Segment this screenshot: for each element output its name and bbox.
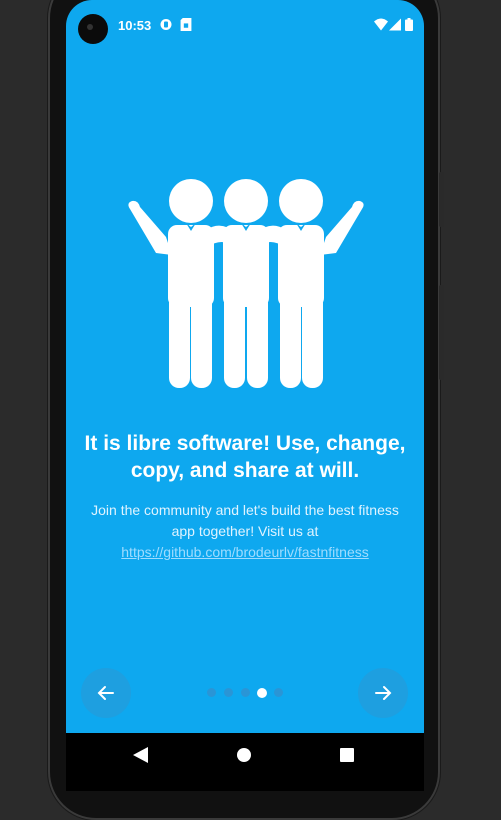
description-text: Join the community and let's build the b… <box>91 502 399 539</box>
square-recents-icon[interactable] <box>340 748 354 762</box>
arrow-left-icon <box>97 686 114 700</box>
status-bar: 10:53 <box>66 0 424 50</box>
status-time: 10:53 <box>118 18 152 33</box>
previous-button[interactable] <box>81 668 131 718</box>
wifi-icon <box>374 18 388 31</box>
page-dot-active[interactable] <box>257 687 267 698</box>
sim-card-icon <box>180 18 192 31</box>
page-dot[interactable] <box>207 688 216 697</box>
signal-icon <box>389 18 401 31</box>
community-people-icon <box>128 179 364 388</box>
volume-button <box>439 285 444 380</box>
system-navigation-bar <box>66 733 424 791</box>
page-dot[interactable] <box>274 688 283 697</box>
front-camera <box>78 14 108 44</box>
arrow-right-icon <box>375 686 392 700</box>
circle-home-icon[interactable] <box>237 748 251 762</box>
vpn-key-icon <box>160 19 172 30</box>
github-link[interactable]: https://github.com/brodeurlv/fastnfitnes… <box>121 544 368 560</box>
onboarding-title: It is libre software! Use, change, copy,… <box>84 432 406 482</box>
page-dot[interactable] <box>241 688 250 697</box>
next-button[interactable] <box>358 668 408 718</box>
battery-icon <box>405 18 413 31</box>
power-button <box>439 172 444 227</box>
page-dot[interactable] <box>224 688 233 697</box>
triangle-back-icon[interactable] <box>133 747 148 763</box>
screen: 10:53 It is libre software! Use, change,… <box>66 0 424 791</box>
onboarding-description: Join the community and let's build the b… <box>80 500 410 563</box>
onboarding-screen: 10:53 It is libre software! Use, change,… <box>66 0 424 733</box>
